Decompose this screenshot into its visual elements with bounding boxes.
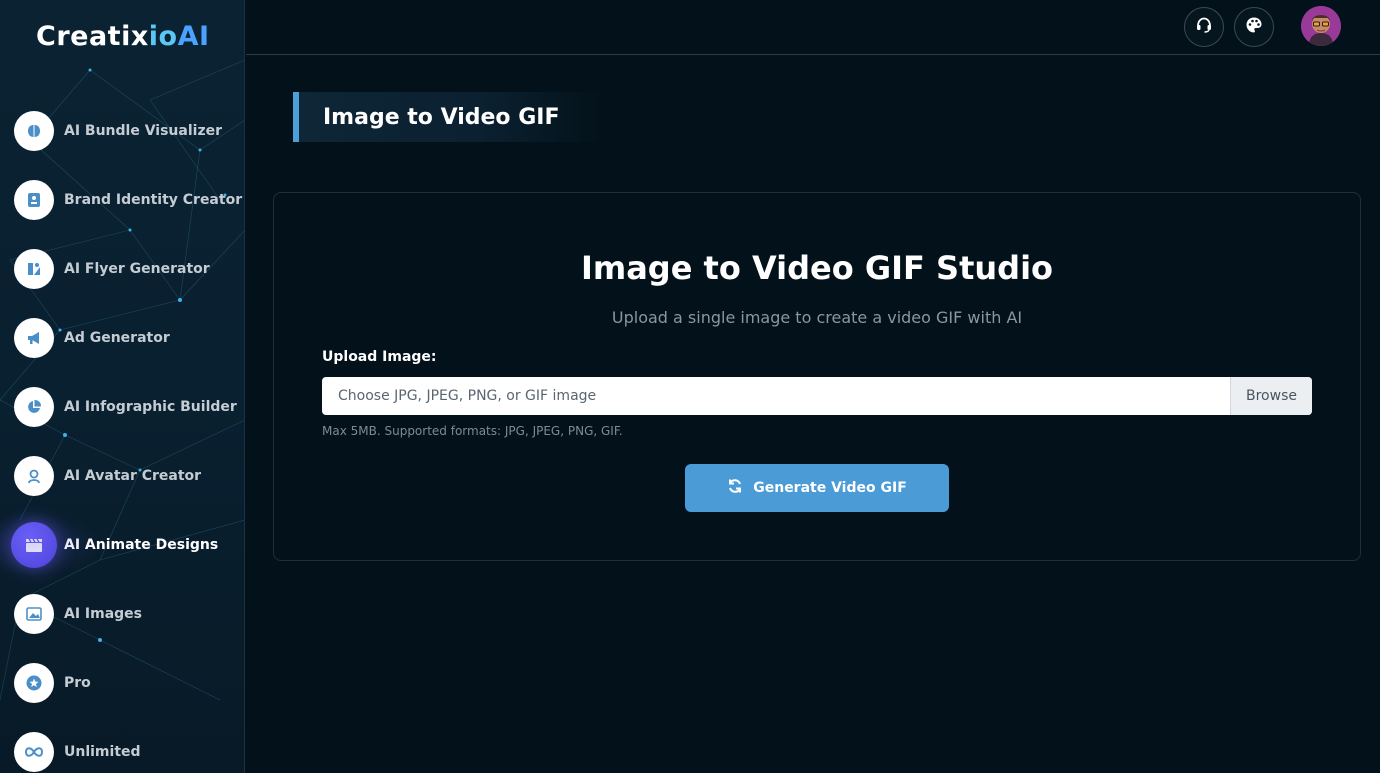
file-input-placeholder[interactable]: Choose JPG, JPEG, PNG, or GIF image: [322, 377, 1230, 415]
sidebar-item-label: AI Infographic Builder: [64, 398, 237, 415]
sidebar-item-label: Ad Generator: [64, 329, 170, 346]
theme-button[interactable]: [1234, 7, 1274, 47]
brand-logo-part1: Creatix: [36, 20, 149, 52]
sidebar-item-ad-generator[interactable]: Ad Generator: [0, 303, 244, 372]
infinity-icon: [14, 731, 54, 772]
clapperboard-icon: [11, 521, 57, 568]
sidebar-item-ai-animate-designs[interactable]: AI Animate Designs: [0, 510, 244, 579]
sidebar-item-label: AI Bundle Visualizer: [64, 122, 222, 139]
flyer-icon: [14, 248, 54, 289]
pie-chart-icon: [14, 386, 54, 427]
generate-video-gif-button[interactable]: Generate Video GIF: [685, 464, 949, 512]
sidebar-item-ai-bundle-visualizer[interactable]: AI Bundle Visualizer: [0, 96, 244, 165]
sidebar-item-brand-identity-creator[interactable]: Brand Identity Creator: [0, 165, 244, 234]
sidebar-item-label: Unlimited: [64, 743, 141, 760]
sidebar-item-label: AI Images: [64, 605, 143, 622]
browse-button[interactable]: Browse: [1230, 377, 1312, 415]
upload-image-label: Upload Image:: [322, 349, 437, 365]
brand-logo-part2: io: [148, 20, 178, 52]
sidebar: Creatix io AI AI Bundle Visualizer Brand I…: [0, 0, 245, 773]
refresh-icon: [727, 478, 743, 498]
sidebar-item-label: Pro: [64, 674, 91, 691]
sidebar-item-label: Brand Identity Creator: [64, 191, 243, 208]
sidebar-item-unlimited[interactable]: Unlimited: [0, 717, 244, 773]
sidebar-item-ai-infographic-builder[interactable]: AI Infographic Builder: [0, 372, 244, 441]
sidebar-item-ai-avatar-creator[interactable]: AI Avatar Creator: [0, 441, 244, 510]
studio-card: Image to Video GIF Studio Upload a singl…: [273, 192, 1361, 561]
studio-subtitle: Upload a single image to create a video …: [611, 308, 1023, 327]
star-icon: [14, 662, 54, 703]
brand-logo[interactable]: Creatix io AI: [36, 18, 210, 54]
sidebar-item-label: AI Avatar Creator: [64, 467, 202, 484]
studio-title: Image to Video GIF Studio: [580, 249, 1054, 287]
support-button[interactable]: [1184, 7, 1224, 47]
user-avatar[interactable]: [1301, 6, 1341, 46]
megaphone-icon: [14, 317, 54, 358]
sidebar-item-ai-flyer-generator[interactable]: AI Flyer Generator: [0, 234, 244, 303]
sidebar-nav: AI Bundle Visualizer Brand Identity Crea…: [0, 96, 244, 773]
page-title: Image to Video GIF: [323, 104, 560, 130]
id-card-icon: [14, 179, 54, 220]
image-file-input[interactable]: Choose JPG, JPEG, PNG, or GIF image Brow…: [322, 377, 1312, 415]
generate-button-label: Generate Video GIF: [753, 480, 907, 496]
brain-icon: [14, 110, 54, 151]
brand-logo-part3: AI: [177, 20, 210, 52]
sidebar-item-ai-images[interactable]: AI Images: [0, 579, 244, 648]
file-format-hint: Max 5MB. Supported formats: JPG, JPEG, P…: [322, 424, 623, 438]
palette-icon: [1245, 16, 1263, 38]
sidebar-item-pro[interactable]: Pro: [0, 648, 244, 717]
headset-icon: [1195, 16, 1213, 38]
image-icon: [14, 593, 54, 634]
user-badge-icon: [14, 455, 54, 496]
sidebar-item-label: AI Flyer Generator: [64, 260, 210, 277]
sidebar-item-label: AI Animate Designs: [64, 536, 219, 553]
page-title-banner: Image to Video GIF: [293, 92, 603, 142]
